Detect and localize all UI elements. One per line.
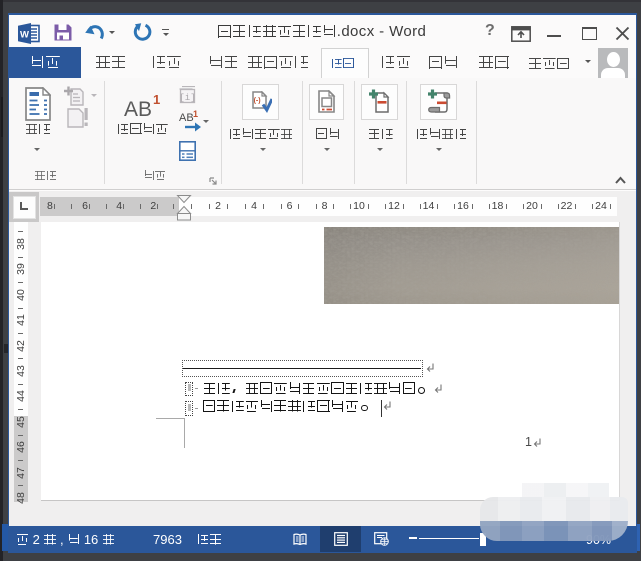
svg-text:W: W — [20, 30, 29, 41]
svg-text:(-): (-) — [254, 98, 261, 105]
svg-text:[i]: [i] — [179, 93, 195, 103]
